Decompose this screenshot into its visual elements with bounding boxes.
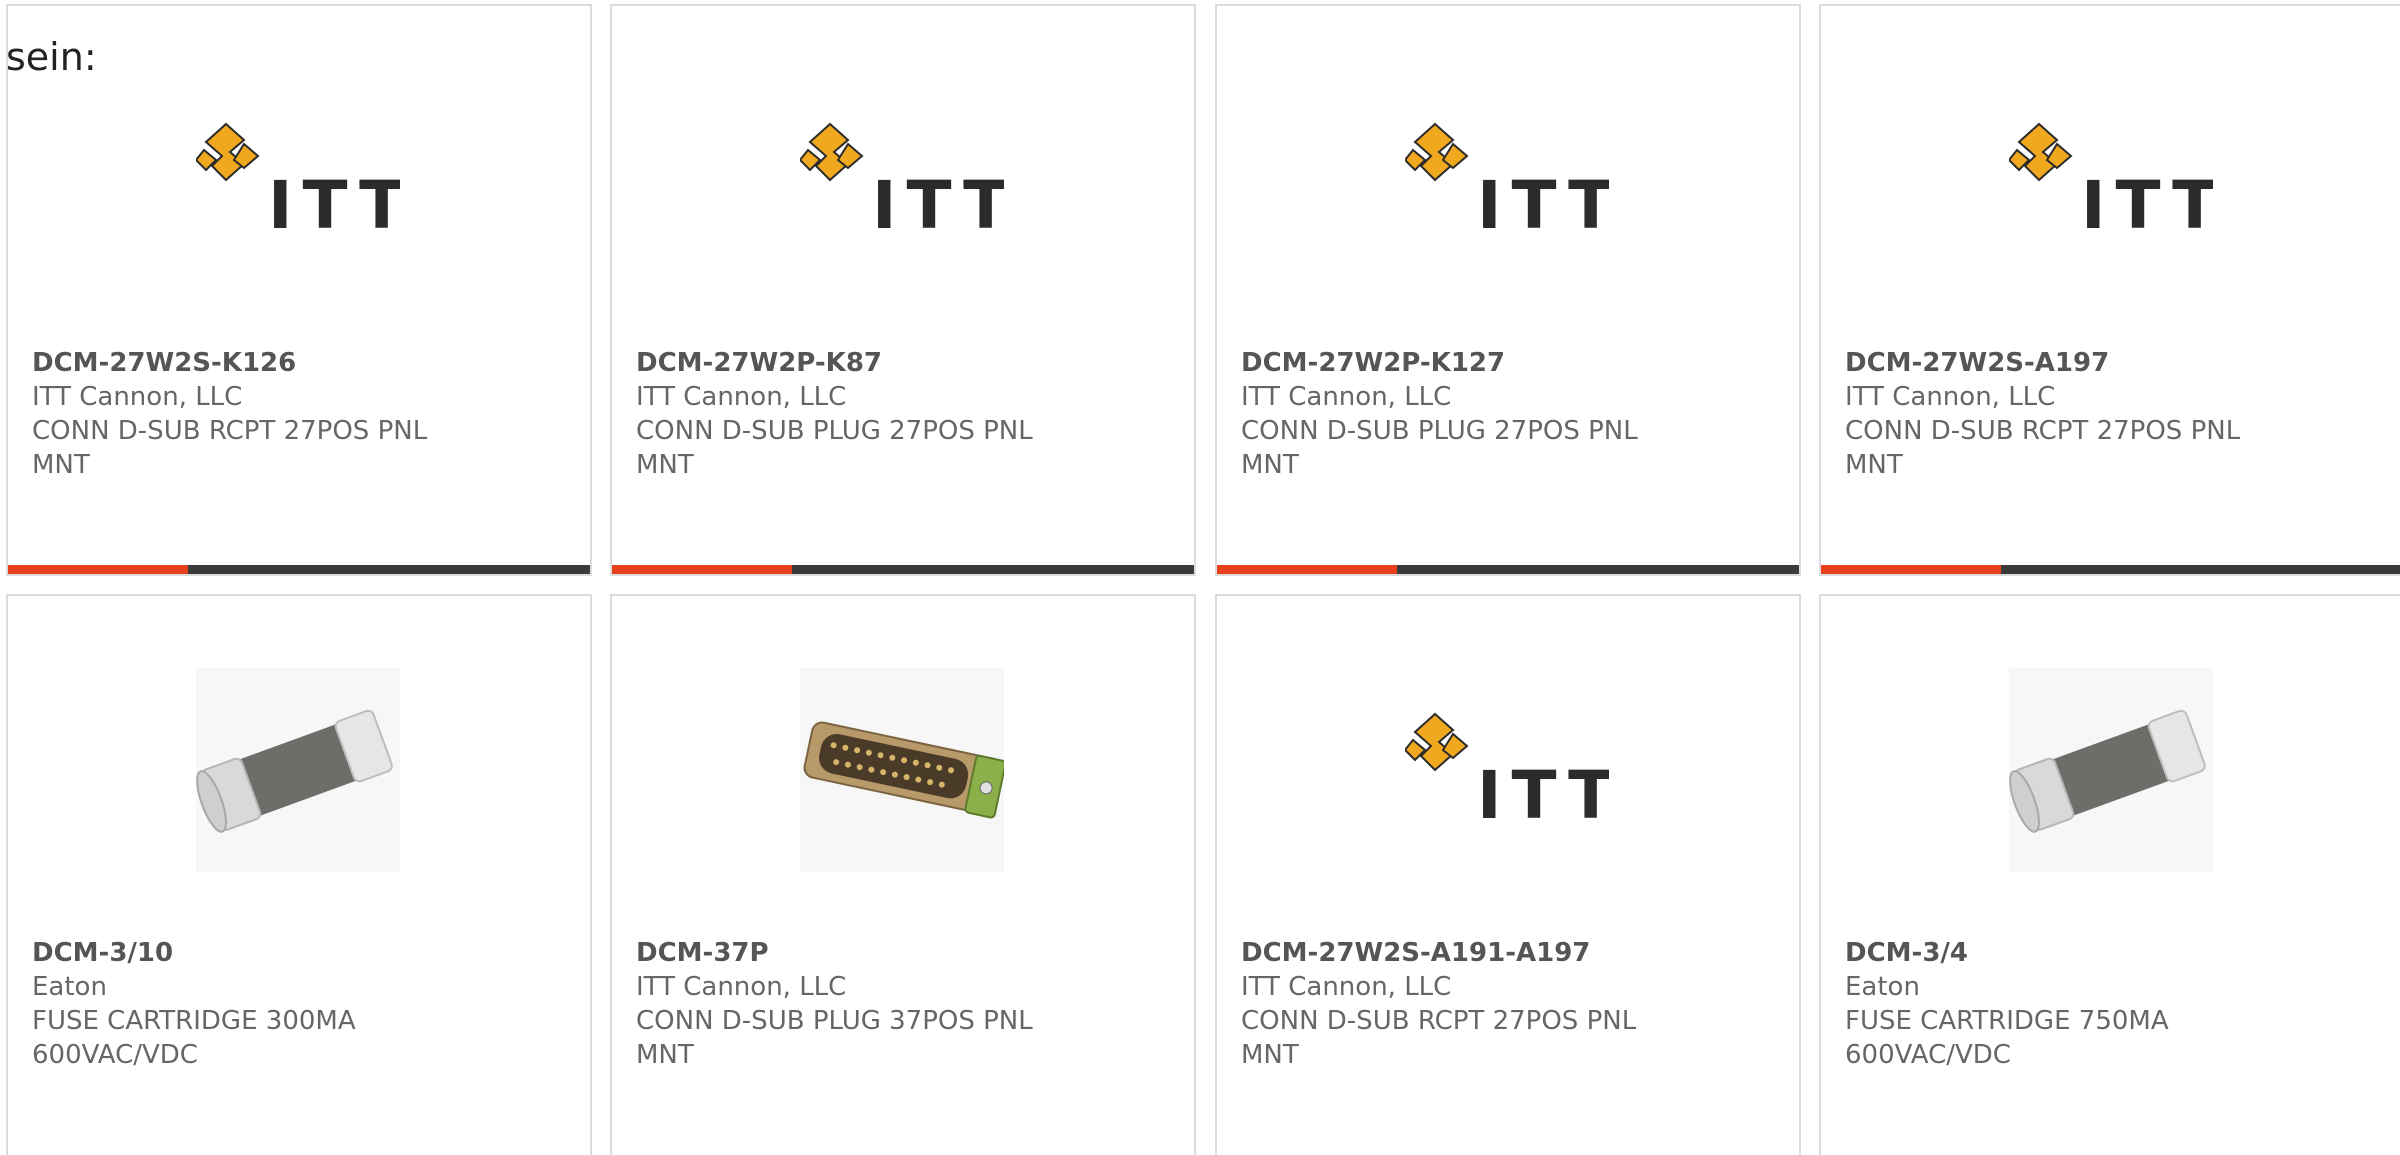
progress-bar-fill (612, 565, 793, 574)
product-manufacturer: ITT Cannon, LLC (1845, 382, 2056, 412)
itt-logo-icon: ITT (1405, 122, 1609, 240)
product-card[interactable]: ITT DCM-27W2S-K126 ITT Cannon, LLC CONN … (6, 4, 592, 576)
product-grid: ITT DCM-27W2S-K126 ITT Cannon, LLC CONN … (0, 0, 2400, 1155)
product-manufacturer: ITT Cannon, LLC (1241, 972, 1452, 1002)
fuse-cartridge-icon (2009, 668, 2213, 872)
product-manufacturer: ITT Cannon, LLC (636, 972, 847, 1002)
svg-text:ITT: ITT (2081, 167, 2213, 240)
product-description: CONN D-SUB PLUG 27POS PNL MNT (1241, 416, 1638, 480)
product-card[interactable]: ITT DCM-27W2S-A197 ITT Cannon, LLC CONN … (1819, 4, 2400, 576)
product-description: CONN D-SUB RCPT 27POS PNL MNT (1241, 1006, 1637, 1070)
product-image[interactable] (2009, 668, 2213, 872)
product-part-number[interactable]: DCM-27W2S-A191-A197 (1241, 936, 1691, 970)
product-description: FUSE CARTRIDGE 750MA 600VAC/VDC (1845, 1006, 2169, 1070)
svg-text:ITT: ITT (1477, 757, 1609, 830)
product-image[interactable]: ITT (1405, 78, 1609, 282)
product-image[interactable] (800, 668, 1004, 872)
product-card[interactable]: DCM-37P ITT Cannon, LLC CONN D-SUB PLUG … (610, 594, 1196, 1155)
itt-logo-icon: ITT (2009, 122, 2213, 240)
page-text-fragment: sein: (6, 35, 97, 79)
product-card[interactable]: DCM-3/4 Eaton FUSE CARTRIDGE 750MA 600VA… (1819, 594, 2400, 1155)
svg-text:ITT: ITT (268, 167, 400, 240)
product-image[interactable]: ITT (1405, 668, 1609, 872)
product-description: CONN D-SUB PLUG 37POS PNL MNT (636, 1006, 1033, 1070)
product-manufacturer: Eaton (1845, 972, 1920, 1002)
product-part-number[interactable]: DCM-27W2P-K87 (636, 346, 1086, 380)
progress-bar (1217, 565, 1799, 574)
product-description: CONN D-SUB RCPT 27POS PNL MNT (32, 416, 428, 480)
product-part-number[interactable]: DCM-27W2S-A197 (1845, 346, 2295, 380)
progress-bar (1821, 565, 2400, 574)
progress-bar (612, 565, 1194, 574)
product-manufacturer: Eaton (32, 972, 107, 1002)
product-manufacturer: ITT Cannon, LLC (636, 382, 847, 412)
itt-logo-icon: ITT (800, 122, 1004, 240)
product-image[interactable]: ITT (2009, 78, 2213, 282)
product-description: CONN D-SUB PLUG 27POS PNL MNT (636, 416, 1033, 480)
product-part-number[interactable]: DCM-3/10 (32, 936, 482, 970)
dsub-connector-icon (800, 668, 1004, 872)
itt-logo-icon: ITT (1405, 712, 1609, 830)
product-description: FUSE CARTRIDGE 300MA 600VAC/VDC (32, 1006, 356, 1070)
product-part-number[interactable]: DCM-27W2S-K126 (32, 346, 482, 380)
product-manufacturer: ITT Cannon, LLC (1241, 382, 1452, 412)
fuse-cartridge-icon (196, 668, 400, 872)
product-description: CONN D-SUB RCPT 27POS PNL MNT (1845, 416, 2241, 480)
product-image[interactable] (196, 668, 400, 872)
product-image[interactable]: ITT (196, 78, 400, 282)
svg-text:ITT: ITT (1477, 167, 1609, 240)
product-part-number[interactable]: DCM-37P (636, 936, 1086, 970)
itt-logo-icon: ITT (196, 122, 400, 240)
product-card[interactable]: ITT DCM-27W2P-K87 ITT Cannon, LLC CONN D… (610, 4, 1196, 576)
product-part-number[interactable]: DCM-3/4 (1845, 936, 2295, 970)
svg-text:ITT: ITT (872, 167, 1004, 240)
product-part-number[interactable]: DCM-27W2P-K127 (1241, 346, 1691, 380)
product-image[interactable]: ITT (800, 78, 1004, 282)
progress-bar-fill (1217, 565, 1398, 574)
product-manufacturer: ITT Cannon, LLC (32, 382, 243, 412)
product-card[interactable]: ITT DCM-27W2P-K127 ITT Cannon, LLC CONN … (1215, 4, 1801, 576)
progress-bar-fill (1821, 565, 2002, 574)
product-card[interactable]: DCM-3/10 Eaton FUSE CARTRIDGE 300MA 600V… (6, 594, 592, 1155)
progress-bar (8, 565, 590, 574)
progress-bar-fill (8, 565, 189, 574)
product-card[interactable]: ITT DCM-27W2S-A191-A197 ITT Cannon, LLC … (1215, 594, 1801, 1155)
